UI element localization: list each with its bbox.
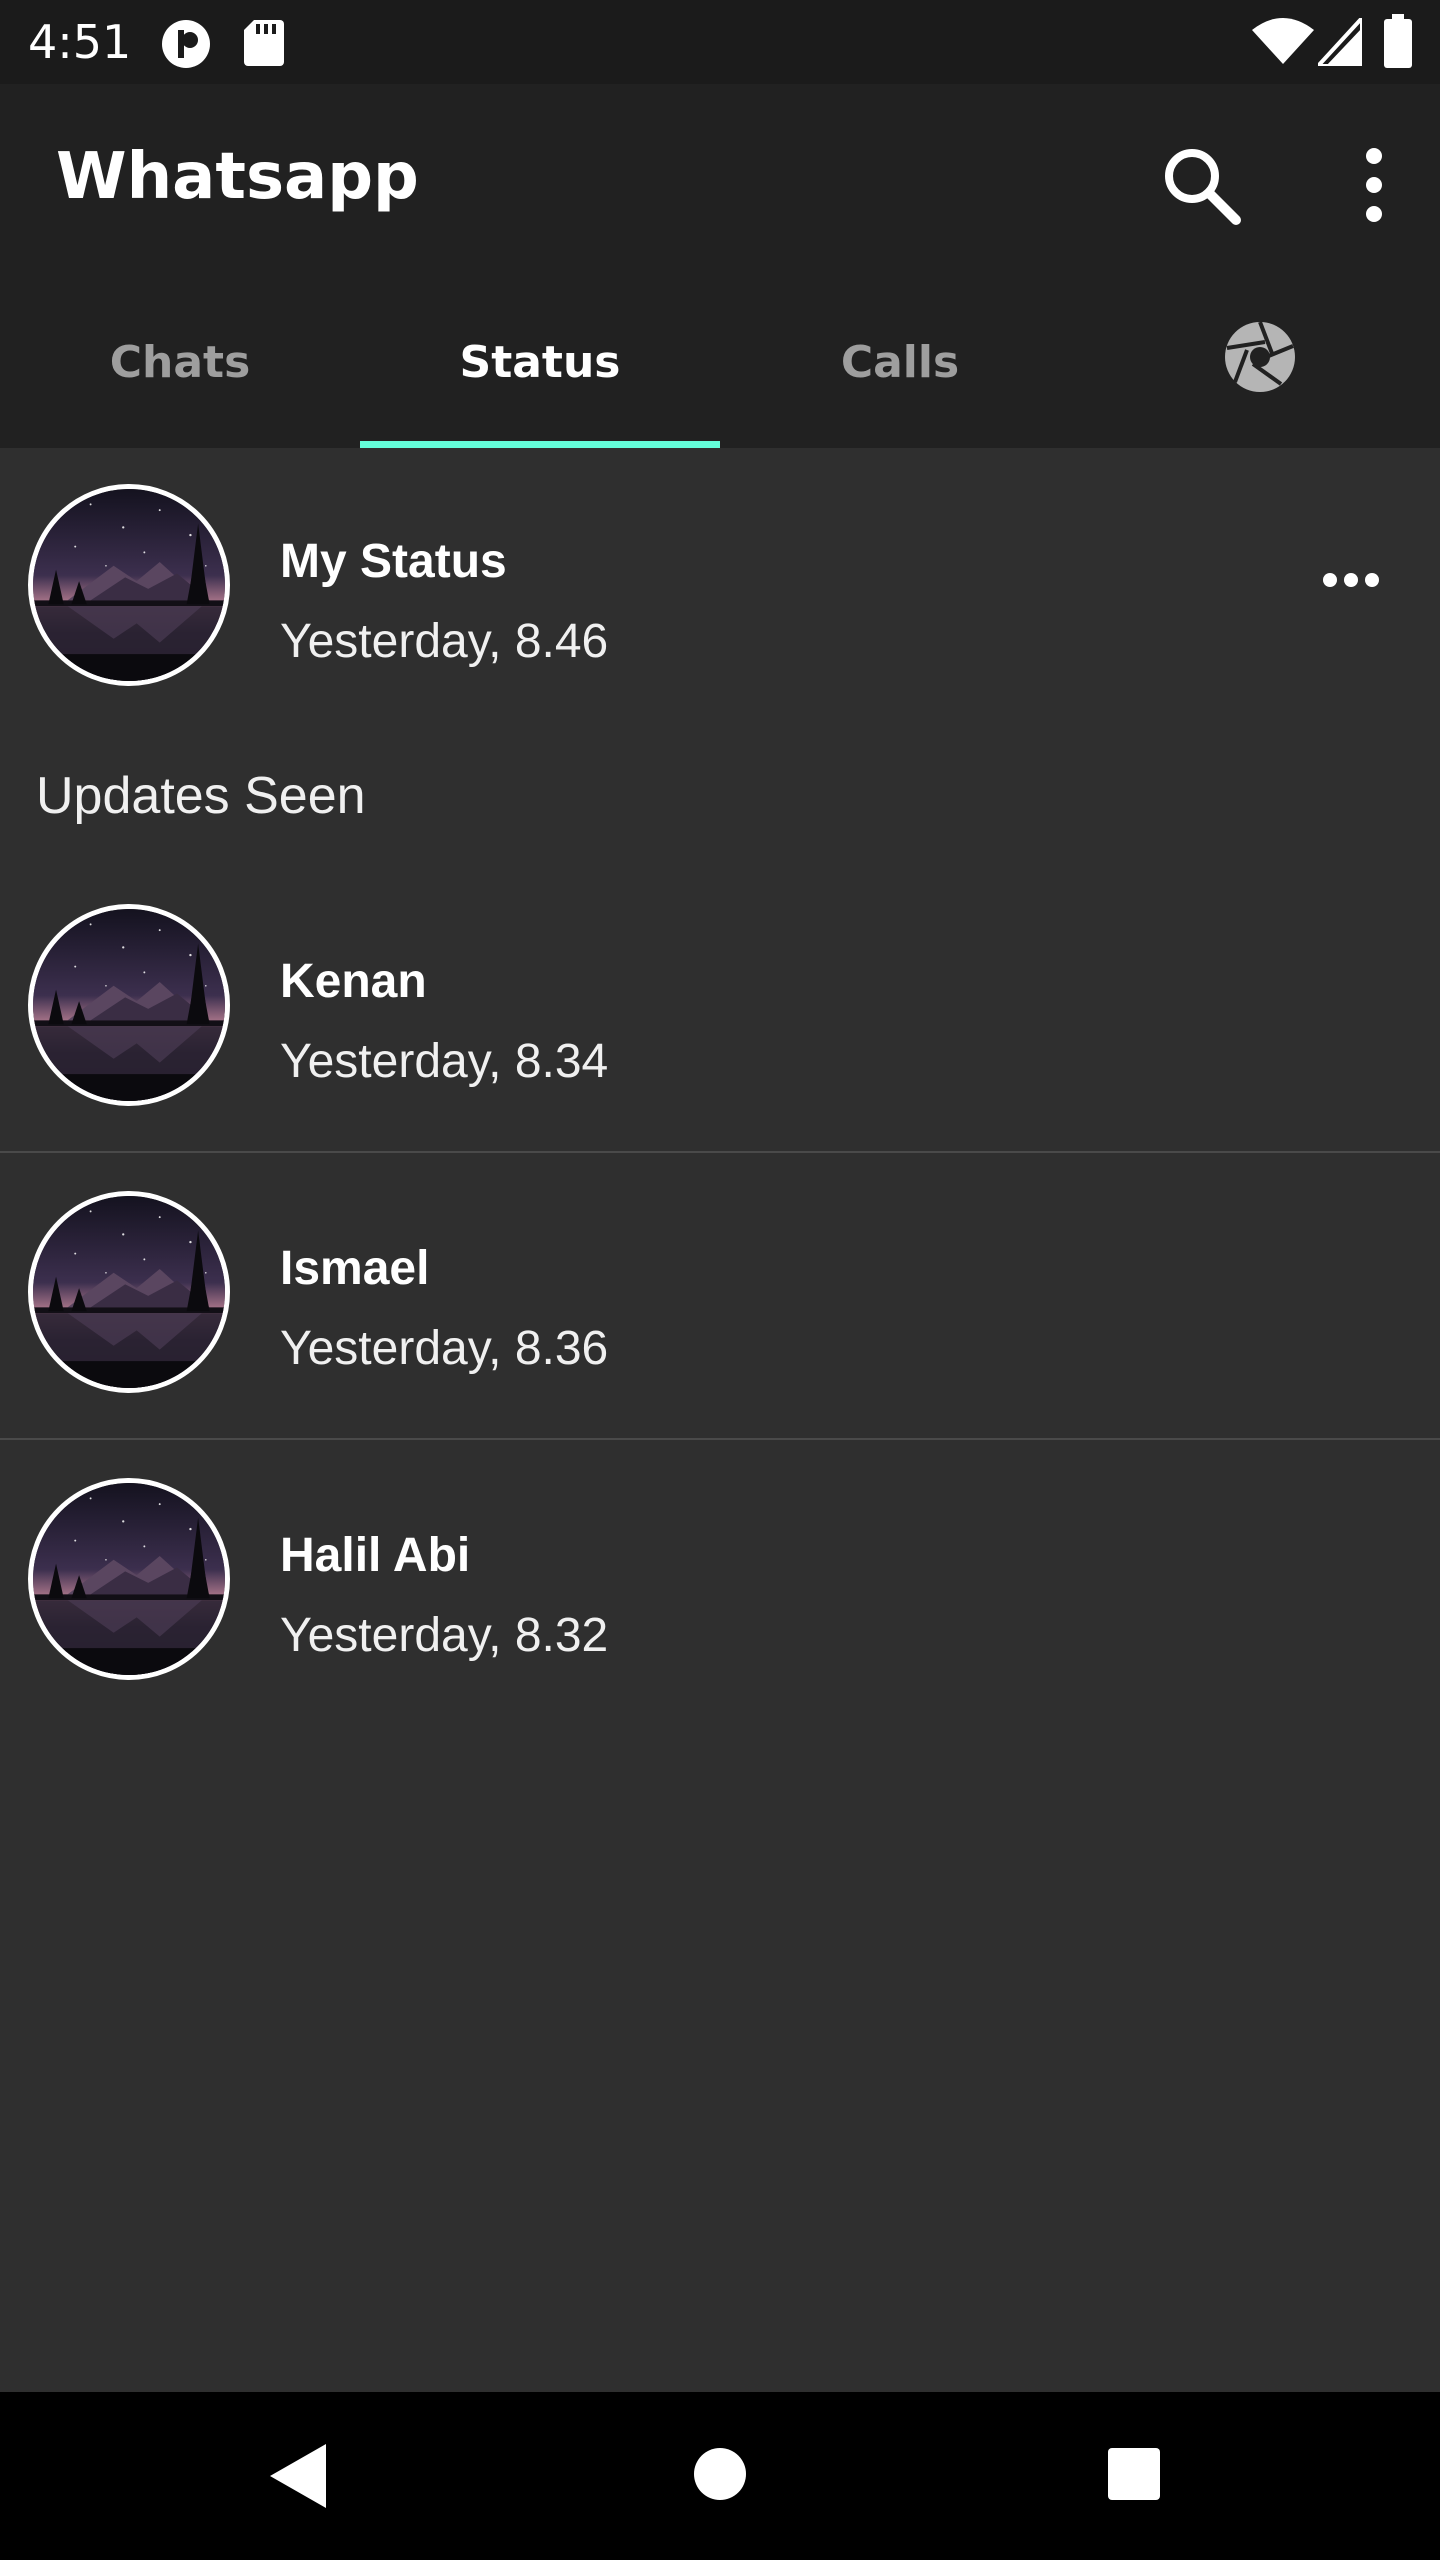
status-time: 4:51 (28, 15, 132, 69)
recents-icon (1108, 2448, 1160, 2504)
status-time-text: Yesterday, 8.32 (280, 1609, 609, 1662)
section-label-updates-seen: Updates Seen (36, 767, 366, 825)
contact-name: Kenan (280, 955, 427, 1008)
status-time-text: Yesterday, 8.36 (280, 1322, 609, 1375)
tab-indicator (360, 441, 720, 448)
home-icon (694, 2448, 746, 2504)
avatar (28, 484, 230, 686)
back-icon (270, 2444, 326, 2512)
cell-signal-icon (1313, 12, 1364, 70)
tab-chats-label: Chats (109, 336, 251, 388)
status-list: My Status Yesterday, 8.46 Updates Seen K… (0, 448, 1440, 2391)
home-button[interactable] (694, 2448, 746, 2504)
camera-aperture-icon (1223, 320, 1297, 405)
tab-chats[interactable]: Chats (0, 276, 360, 448)
status-time-text: Yesterday, 8.34 (280, 1035, 609, 1088)
navigation-bar (0, 2392, 1440, 2560)
tab-calls[interactable]: Calls (720, 276, 1080, 448)
avatar (28, 904, 230, 1106)
divider (0, 1438, 1440, 1440)
avatar (28, 1478, 230, 1680)
battery-icon (1384, 14, 1412, 72)
contact-name: Ismael (280, 1242, 430, 1295)
my-status-name: My Status (280, 535, 507, 588)
list-item[interactable]: Ismael Yesterday, 8.36 (0, 1191, 1440, 1401)
list-item[interactable]: Halil Abi Yesterday, 8.32 (0, 1478, 1440, 1688)
tab-camera[interactable] (1080, 276, 1440, 448)
search-icon (1160, 149, 1242, 230)
contact-name: Halil Abi (280, 1529, 471, 1582)
search-button[interactable] (1160, 144, 1242, 230)
tab-status-label: Status (459, 336, 621, 388)
app-notification-icon (160, 18, 212, 74)
more-vert-icon (1354, 148, 1394, 230)
back-button[interactable] (270, 2444, 326, 2512)
divider (0, 1151, 1440, 1153)
more-horiz-icon (1322, 573, 1380, 596)
tab-status[interactable]: Status (360, 276, 720, 448)
overflow-menu-button[interactable] (1354, 144, 1394, 230)
app-bar: Whatsapp Chats Status Calls (0, 84, 1440, 448)
sd-card-icon (244, 20, 284, 70)
my-status-row[interactable]: My Status Yesterday, 8.46 (0, 484, 1440, 694)
tab-calls-label: Calls (840, 336, 960, 388)
list-item[interactable]: Kenan Yesterday, 8.34 (0, 904, 1440, 1114)
wifi-icon (1252, 18, 1314, 70)
status-bar: 4:51 (0, 0, 1440, 84)
recents-button[interactable] (1108, 2448, 1160, 2504)
avatar (28, 1191, 230, 1393)
my-status-menu-button[interactable] (1322, 568, 1380, 596)
tab-bar: Chats Status Calls (0, 276, 1440, 448)
app-title: Whatsapp (56, 140, 419, 214)
my-status-time: Yesterday, 8.46 (280, 615, 609, 668)
